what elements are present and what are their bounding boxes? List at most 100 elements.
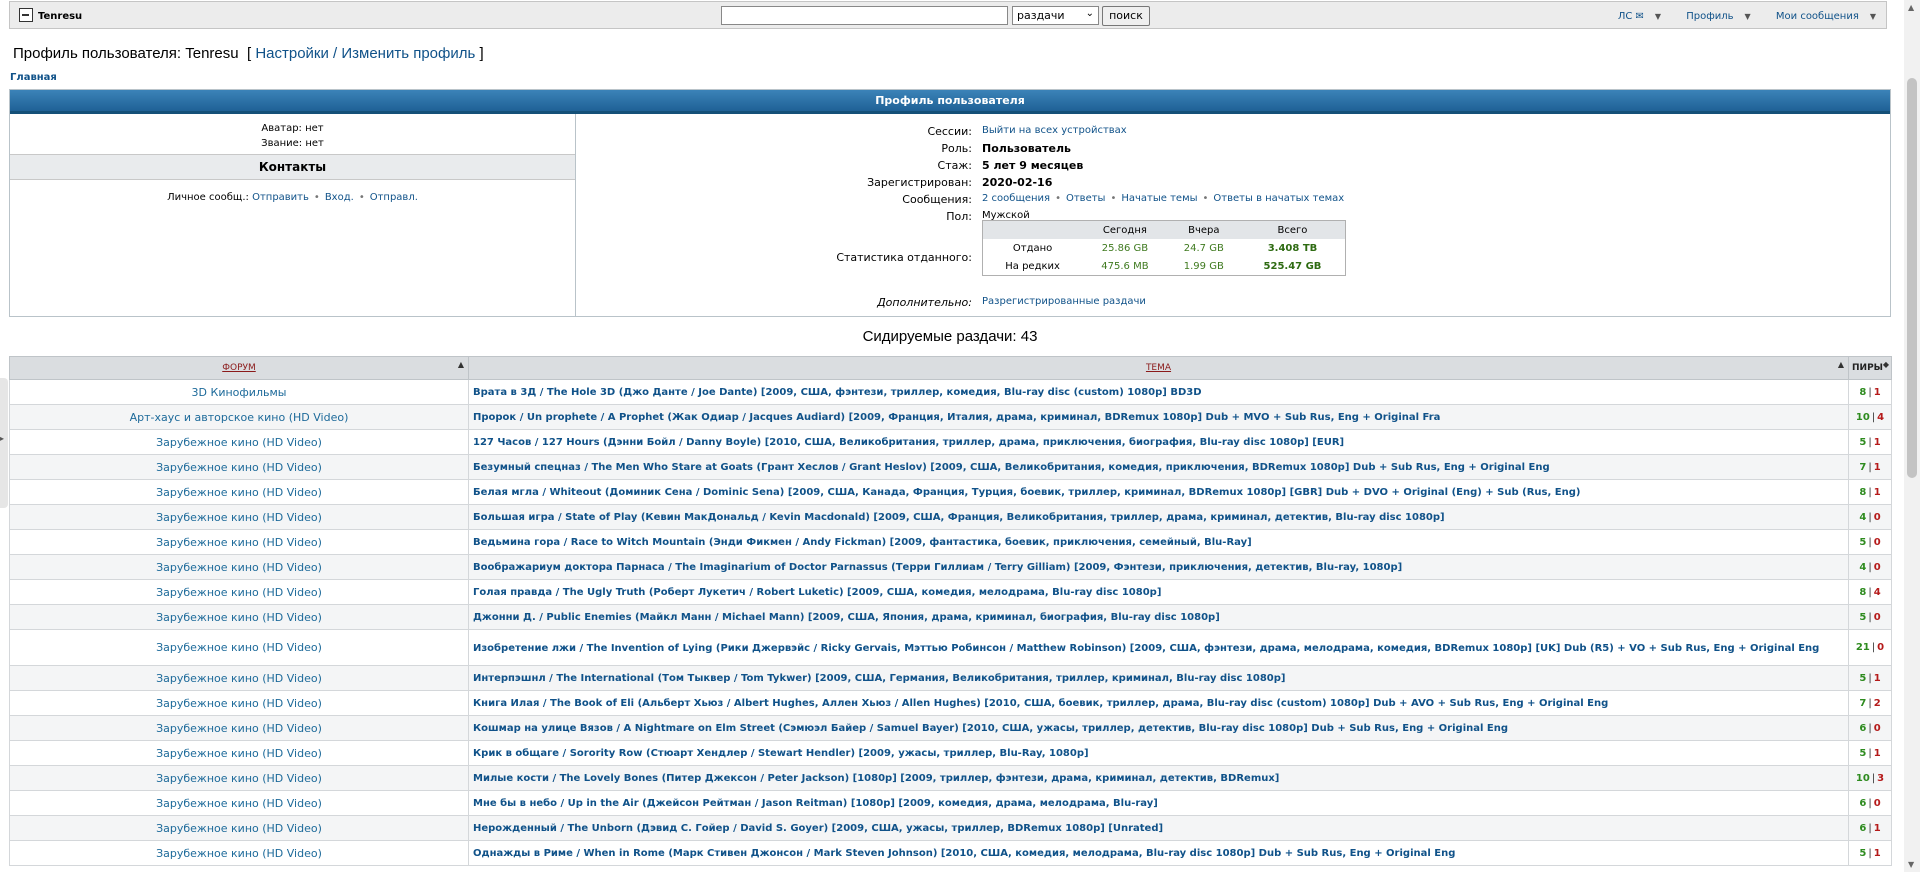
- replies-in-topics-link[interactable]: Ответы в начатых темах: [1213, 193, 1344, 204]
- topic-link[interactable]: Белая мгла / Whiteout (Доминик Сена / Do…: [473, 487, 1580, 498]
- forum-link[interactable]: Зарубежное кино (HD Video): [156, 847, 322, 860]
- seeders-count: 8: [1859, 586, 1867, 598]
- forum-link[interactable]: Зарубежное кино (HD Video): [156, 611, 322, 624]
- forum-link[interactable]: Арт-хаус и авторское кино (HD Video): [130, 411, 349, 424]
- forum-link[interactable]: Зарубежное кино (HD Video): [156, 641, 322, 654]
- nav-my-messages[interactable]: Мои сообщения ▼: [1765, 11, 1876, 22]
- forum-link[interactable]: Зарубежное кино (HD Video): [156, 486, 322, 499]
- forum-link[interactable]: Зарубежное кино (HD Video): [156, 561, 322, 574]
- nav-profile[interactable]: Профиль ▼: [1675, 11, 1750, 22]
- topic-link[interactable]: Голая правда / The Ugly Truth (Роберт Лу…: [473, 587, 1161, 598]
- leechers-count: 1: [1873, 386, 1881, 398]
- topic-link[interactable]: 127 Часов / 127 Hours (Дэнни Бойл / Dann…: [473, 437, 1344, 448]
- table-row: Зарубежное кино (HD Video) Белая мгла / W…: [9, 479, 1892, 505]
- forum-link[interactable]: Зарубежное кино (HD Video): [156, 461, 322, 474]
- forum-link[interactable]: Зарубежное кино (HD Video): [156, 797, 322, 810]
- forum-link[interactable]: Зарубежное кино (HD Video): [156, 772, 322, 785]
- stats-row-uploaded: Отдано 25.86 GB 24.7 GB 3.408 TB: [983, 239, 1346, 257]
- replies-link[interactable]: Ответы: [1066, 193, 1105, 204]
- started-topics-link[interactable]: Начатые темы: [1121, 193, 1197, 204]
- pm-sent-link[interactable]: Отправл.: [370, 192, 418, 203]
- stats-label: Статистика отданного:: [836, 251, 972, 264]
- forum-link[interactable]: Зарубежное кино (HD Video): [156, 697, 322, 710]
- topic-link[interactable]: Ведьмина гора / Race to Witch Mountain (…: [473, 537, 1252, 548]
- forum-link[interactable]: Зарубежное кино (HD Video): [156, 822, 322, 835]
- forum-cell[interactable]: Зарубежное кино (HD Video): [9, 604, 469, 630]
- topic-link[interactable]: Книга Илая / The Book of Eli (Альберт Хь…: [473, 698, 1608, 709]
- nav-pm[interactable]: ЛС ✉ ▼: [1607, 11, 1661, 22]
- forum-cell[interactable]: 3D Кинофильмы: [9, 379, 469, 405]
- logout-all-link[interactable]: Выйти на всех устройствах: [982, 125, 1127, 136]
- unregistered-torrents-link[interactable]: Разрегистрированные раздачи: [982, 296, 1146, 307]
- table-row: Зарубежное кино (HD Video) Безумный спецн…: [9, 454, 1892, 480]
- peers-cell: 4 | 0: [1848, 504, 1892, 530]
- forum-link[interactable]: Зарубежное кино (HD Video): [156, 436, 322, 449]
- column-header-topic[interactable]: ТЕМА ▲: [468, 356, 1849, 380]
- search-button[interactable]: поиск: [1102, 6, 1150, 26]
- topic-link[interactable]: Интерпэшнл / The International (Том Тыкв…: [473, 673, 1285, 684]
- forum-cell[interactable]: Зарубежное кино (HD Video): [9, 479, 469, 505]
- forum-link[interactable]: 3D Кинофильмы: [192, 386, 287, 399]
- forum-link[interactable]: Зарубежное кино (HD Video): [156, 586, 322, 599]
- peers-cell: 4 | 0: [1848, 554, 1892, 580]
- topic-link[interactable]: Однажды в Риме / When in Rome (Марк Стив…: [473, 848, 1455, 859]
- forum-cell[interactable]: Зарубежное кино (HD Video): [9, 840, 469, 866]
- topic-link[interactable]: Милые кости / The Lovely Bones (Питер Дж…: [473, 773, 1279, 784]
- top-username[interactable]: Tenresu: [38, 11, 82, 22]
- forum-cell[interactable]: Зарубежное кино (HD Video): [9, 504, 469, 530]
- site-logo-icon[interactable]: [19, 8, 33, 22]
- pm-inbox-link[interactable]: Вход.: [325, 192, 354, 203]
- scrollbar-thumb[interactable]: [1907, 78, 1917, 478]
- topic-link[interactable]: Нерожденный / The Unborn (Дэвид С. Гойер…: [473, 823, 1163, 834]
- table-row: Зарубежное кино (HD Video) Джонни Д. / Pu…: [9, 604, 1892, 630]
- forum-link[interactable]: Зарубежное кино (HD Video): [156, 536, 322, 549]
- topic-link[interactable]: Врата в 3Д / The Hole 3D (Джо Данте / Jo…: [473, 387, 1202, 398]
- forum-cell[interactable]: Зарубежное кино (HD Video): [9, 765, 469, 791]
- search-input[interactable]: [721, 6, 1008, 25]
- forum-cell[interactable]: Зарубежное кино (HD Video): [9, 454, 469, 480]
- settings-link[interactable]: Настройки / Изменить профиль: [255, 45, 475, 62]
- forum-link[interactable]: Зарубежное кино (HD Video): [156, 511, 322, 524]
- search-scope-select[interactable]: раздачи ⌄: [1012, 6, 1099, 25]
- forum-link[interactable]: Зарубежное кино (HD Video): [156, 747, 322, 760]
- forum-cell[interactable]: Зарубежное кино (HD Video): [9, 629, 469, 666]
- topic-link[interactable]: Большая игра / State of Play (Кевин МакД…: [473, 512, 1445, 523]
- messages-label: Сообщения:: [902, 193, 972, 206]
- profile-header: Профиль пользователя: [10, 90, 1890, 114]
- pm-send-link[interactable]: Отправить: [252, 192, 309, 203]
- column-header-forum[interactable]: ФОРУМ ▲: [9, 356, 469, 380]
- topic-link[interactable]: Безумный спецназ / The Men Who Stare at …: [473, 462, 1550, 473]
- topic-link[interactable]: Мне бы в небо / Up in the Air (Джейсон Р…: [473, 798, 1158, 809]
- scroll-up-icon[interactable]: ▲: [1908, 3, 1914, 12]
- topic-link[interactable]: Пророк / Un prophete / A Prophet (Жак Од…: [473, 412, 1440, 423]
- forum-cell[interactable]: Арт-хаус и авторское кино (HD Video): [9, 404, 469, 430]
- column-header-peers[interactable]: ПИРЫ ◆: [1848, 356, 1892, 380]
- forum-link[interactable]: Зарубежное кино (HD Video): [156, 722, 322, 735]
- forum-cell[interactable]: Зарубежное кино (HD Video): [9, 815, 469, 841]
- forum-cell[interactable]: Зарубежное кино (HD Video): [9, 429, 469, 455]
- leechers-count: 0: [1873, 561, 1881, 573]
- vertical-scrollbar[interactable]: ▲ ▼: [1904, 0, 1920, 872]
- forum-cell[interactable]: Зарубежное кино (HD Video): [9, 715, 469, 741]
- forum-cell[interactable]: Зарубежное кино (HD Video): [9, 665, 469, 691]
- breadcrumb-home[interactable]: Главная: [10, 72, 57, 83]
- topic-link[interactable]: Воображариум доктора Парнаса / The Imagi…: [473, 562, 1402, 573]
- forum-cell[interactable]: Зарубежное кино (HD Video): [9, 790, 469, 816]
- table-row: Зарубежное кино (HD Video) Изобретение лж…: [9, 629, 1892, 666]
- forum-link[interactable]: Зарубежное кино (HD Video): [156, 672, 322, 685]
- topic-link[interactable]: Изобретение лжи / The Invention of Lying…: [473, 643, 1819, 654]
- topic-link[interactable]: Крик в общаге / Sorority Row (Стюарт Хен…: [473, 748, 1089, 759]
- messages-count-link[interactable]: 2 сообщения: [982, 193, 1050, 204]
- stats-header-yesterday: Вчера: [1188, 224, 1220, 236]
- forum-cell[interactable]: Зарубежное кино (HD Video): [9, 579, 469, 605]
- table-row: Зарубежное кино (HD Video) 127 Часов / 12…: [9, 429, 1892, 455]
- forum-cell[interactable]: Зарубежное кино (HD Video): [9, 690, 469, 716]
- topic-link[interactable]: Кошмар на улице Вязов / A Nightmare on E…: [473, 723, 1508, 734]
- side-panel-toggle[interactable]: [0, 378, 8, 508]
- role-label: Роль:: [941, 142, 972, 155]
- topic-link[interactable]: Джонни Д. / Public Enemies (Майкл Манн /…: [473, 612, 1220, 623]
- forum-cell[interactable]: Зарубежное кино (HD Video): [9, 740, 469, 766]
- scroll-down-icon[interactable]: ▼: [1908, 860, 1914, 869]
- forum-cell[interactable]: Зарубежное кино (HD Video): [9, 554, 469, 580]
- forum-cell[interactable]: Зарубежное кино (HD Video): [9, 529, 469, 555]
